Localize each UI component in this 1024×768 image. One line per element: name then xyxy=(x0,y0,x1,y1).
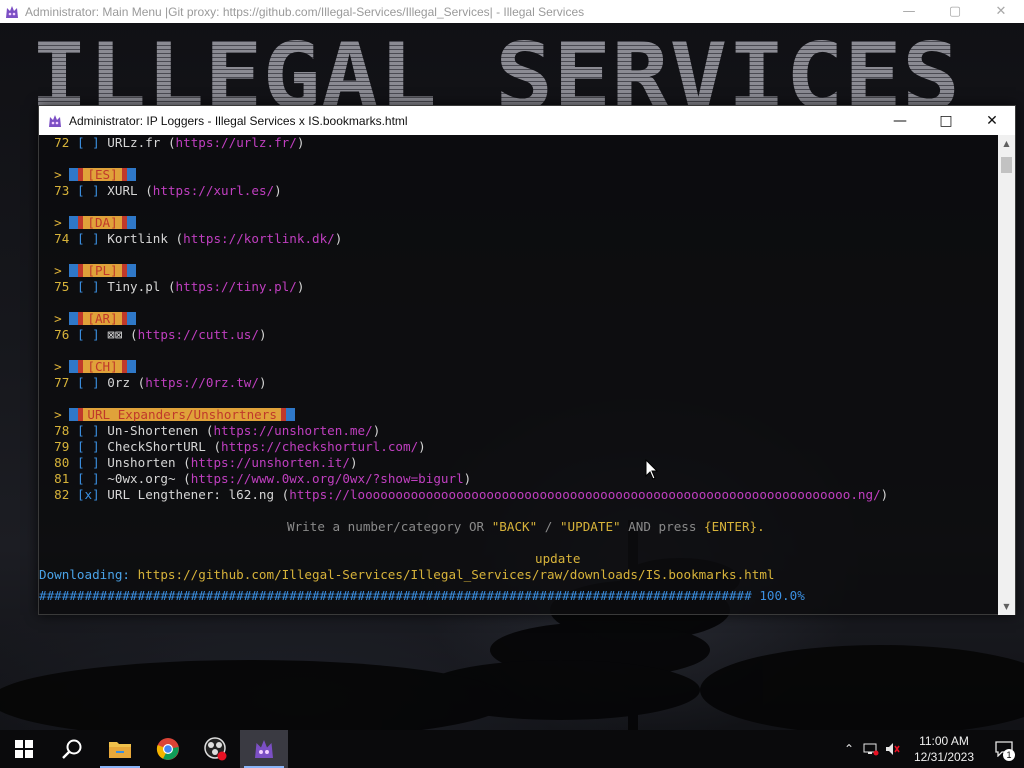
minimize-button[interactable]: — xyxy=(877,106,923,135)
entry-link[interactable]: https://tiny.pl/ xyxy=(176,279,297,294)
windows-logo-icon xyxy=(15,740,33,758)
illegal-services-app-icon xyxy=(49,114,61,127)
list-item[interactable]: 80 [ ] Unshorten (https://unshorten.it/) xyxy=(39,455,357,471)
list-item[interactable]: 72 [ ] URLz.fr (https://urlz.fr/) xyxy=(39,135,304,151)
entry-link[interactable]: https://kortlink.dk/ xyxy=(183,231,335,246)
entry-link[interactable]: https://0rz.tw/ xyxy=(145,375,259,390)
illegal-services-taskbar-button[interactable] xyxy=(240,730,288,768)
list-item[interactable]: 78 [ ] Un-Shortenen (https://unshorten.m… xyxy=(39,423,380,439)
scroll-up-icon[interactable]: ▲ xyxy=(998,135,1015,152)
scroll-down-icon[interactable]: ▼ xyxy=(998,598,1015,615)
close-button[interactable]: ✕ xyxy=(969,106,1015,135)
category-header[interactable]: > [CH] xyxy=(39,359,136,375)
maximize-button[interactable]: ▢ xyxy=(932,0,978,23)
list-item[interactable]: 76 [ ] ⊠⊠ (https://cutt.us/) xyxy=(39,327,266,343)
category-header[interactable]: > [ES] xyxy=(39,167,136,183)
user-input[interactable]: update xyxy=(535,551,581,567)
chrome-button[interactable] xyxy=(144,730,192,768)
category-header[interactable]: > [DA] xyxy=(39,215,136,231)
progress-value: 100.0% xyxy=(759,588,805,603)
entry-link[interactable]: https://looooooooooooooooooooooooooooooo… xyxy=(289,487,880,502)
download-status: Downloading: https://github.com/Illegal-… xyxy=(39,567,775,582)
category-header[interactable]: > [AR] xyxy=(39,311,136,327)
start-button[interactable] xyxy=(0,730,48,768)
main-menu-title: Administrator: Main Menu |Git proxy: htt… xyxy=(25,4,585,19)
entry-link[interactable]: https://cutt.us/ xyxy=(138,327,259,342)
clock[interactable]: 11:00 AM 12/31/2023 xyxy=(904,733,984,765)
mouse-cursor-icon xyxy=(645,459,659,480)
network-icon[interactable] xyxy=(860,730,882,768)
maximize-button[interactable]: □ xyxy=(923,106,969,135)
list-item[interactable]: 77 [ ] 0rz (https://0rz.tw/) xyxy=(39,375,266,391)
main-menu-titlebar[interactable]: Administrator: Main Menu |Git proxy: htt… xyxy=(0,0,1024,23)
action-center-button[interactable]: 1 xyxy=(984,730,1024,768)
entry-link[interactable]: https://urlz.fr/ xyxy=(176,135,297,150)
category-tag: [CH] xyxy=(69,360,136,373)
illegal-services-icon xyxy=(255,740,273,758)
ip-loggers-title: Administrator: IP Loggers - Illegal Serv… xyxy=(69,113,408,128)
notification-count: 1 xyxy=(1003,749,1015,761)
scroll-thumb[interactable] xyxy=(1001,157,1012,173)
vertical-scrollbar[interactable]: ▲ ▼ xyxy=(998,135,1015,615)
close-button[interactable]: ✕ xyxy=(978,0,1024,23)
chrome-icon xyxy=(156,738,179,760)
entry-link[interactable]: https://unshorten.it/ xyxy=(191,455,350,470)
category-tag: [PL] xyxy=(69,264,136,277)
list-item[interactable]: 82 [x] URL Lengthener: l62.ng (https://l… xyxy=(39,487,888,503)
category-tag: [ES] xyxy=(69,168,136,181)
ip-loggers-window: Administrator: IP Loggers - Illegal Serv… xyxy=(38,105,1016,615)
file-explorer-button[interactable] xyxy=(96,730,144,768)
list-item[interactable]: 74 [ ] Kortlink (https://kortlink.dk/) xyxy=(39,231,342,247)
entry-link[interactable]: https://xurl.es/ xyxy=(153,183,274,198)
ip-loggers-titlebar[interactable]: Administrator: IP Loggers - Illegal Serv… xyxy=(39,106,1015,135)
clock-date: 12/31/2023 xyxy=(913,750,975,764)
console-output[interactable]: 72 [ ] URLz.fr (https://urlz.fr/) > [ES]… xyxy=(39,135,999,615)
list-item[interactable]: 73 [ ] XURL (https://xurl.es/) xyxy=(39,183,282,199)
minimize-button[interactable]: — xyxy=(886,0,932,23)
search-icon xyxy=(62,739,82,759)
search-button[interactable] xyxy=(48,730,96,768)
list-item[interactable]: 79 [ ] CheckShortURL (https://checkshort… xyxy=(39,439,426,455)
obs-icon xyxy=(204,737,227,761)
category-header[interactable]: > [PL] xyxy=(39,263,136,279)
category-tag: [DA] xyxy=(69,216,136,229)
download-progress: ########################################… xyxy=(39,588,805,604)
entry-link[interactable]: https://www.0wx.org/0wx/?show=bigurl xyxy=(191,471,464,486)
banner-text: ILLEGAL SERVICES xyxy=(30,34,960,114)
category-tag: URL Expanders/Unshortners xyxy=(69,408,295,421)
illegal-services-app-icon xyxy=(6,5,18,18)
category-tag: [AR] xyxy=(69,312,136,325)
entry-link[interactable]: https://unshorten.me/ xyxy=(213,423,372,438)
system-tray: ⌃ 11:00 AM 12/31/2023 1 xyxy=(838,730,1024,768)
list-item[interactable]: 81 [ ] ~0wx.org~ (https://www.0wx.org/0w… xyxy=(39,471,471,487)
progress-bar: ########################################… xyxy=(39,588,752,603)
volume-icon[interactable] xyxy=(882,730,904,768)
folder-icon xyxy=(109,742,131,758)
clock-time: 11:00 AM xyxy=(919,734,969,748)
download-url: https://github.com/Illegal-Services/Ille… xyxy=(137,567,775,582)
list-item[interactable]: 75 [ ] Tiny.pl (https://tiny.pl/) xyxy=(39,279,304,295)
illegal-services-banner: ILLEGAL SERVICES xyxy=(30,34,960,114)
input-prompt: Write a number/category OR "BACK" / "UPD… xyxy=(287,519,765,534)
category-header[interactable]: > URL Expanders/Unshortners xyxy=(39,407,295,423)
entry-link[interactable]: https://checkshorturl.com/ xyxy=(221,439,418,454)
show-hidden-icons-icon[interactable]: ⌃ xyxy=(838,730,860,768)
taskbar: ⌃ 11:00 AM 12/31/2023 1 xyxy=(0,730,1024,768)
obs-button[interactable] xyxy=(192,730,240,768)
